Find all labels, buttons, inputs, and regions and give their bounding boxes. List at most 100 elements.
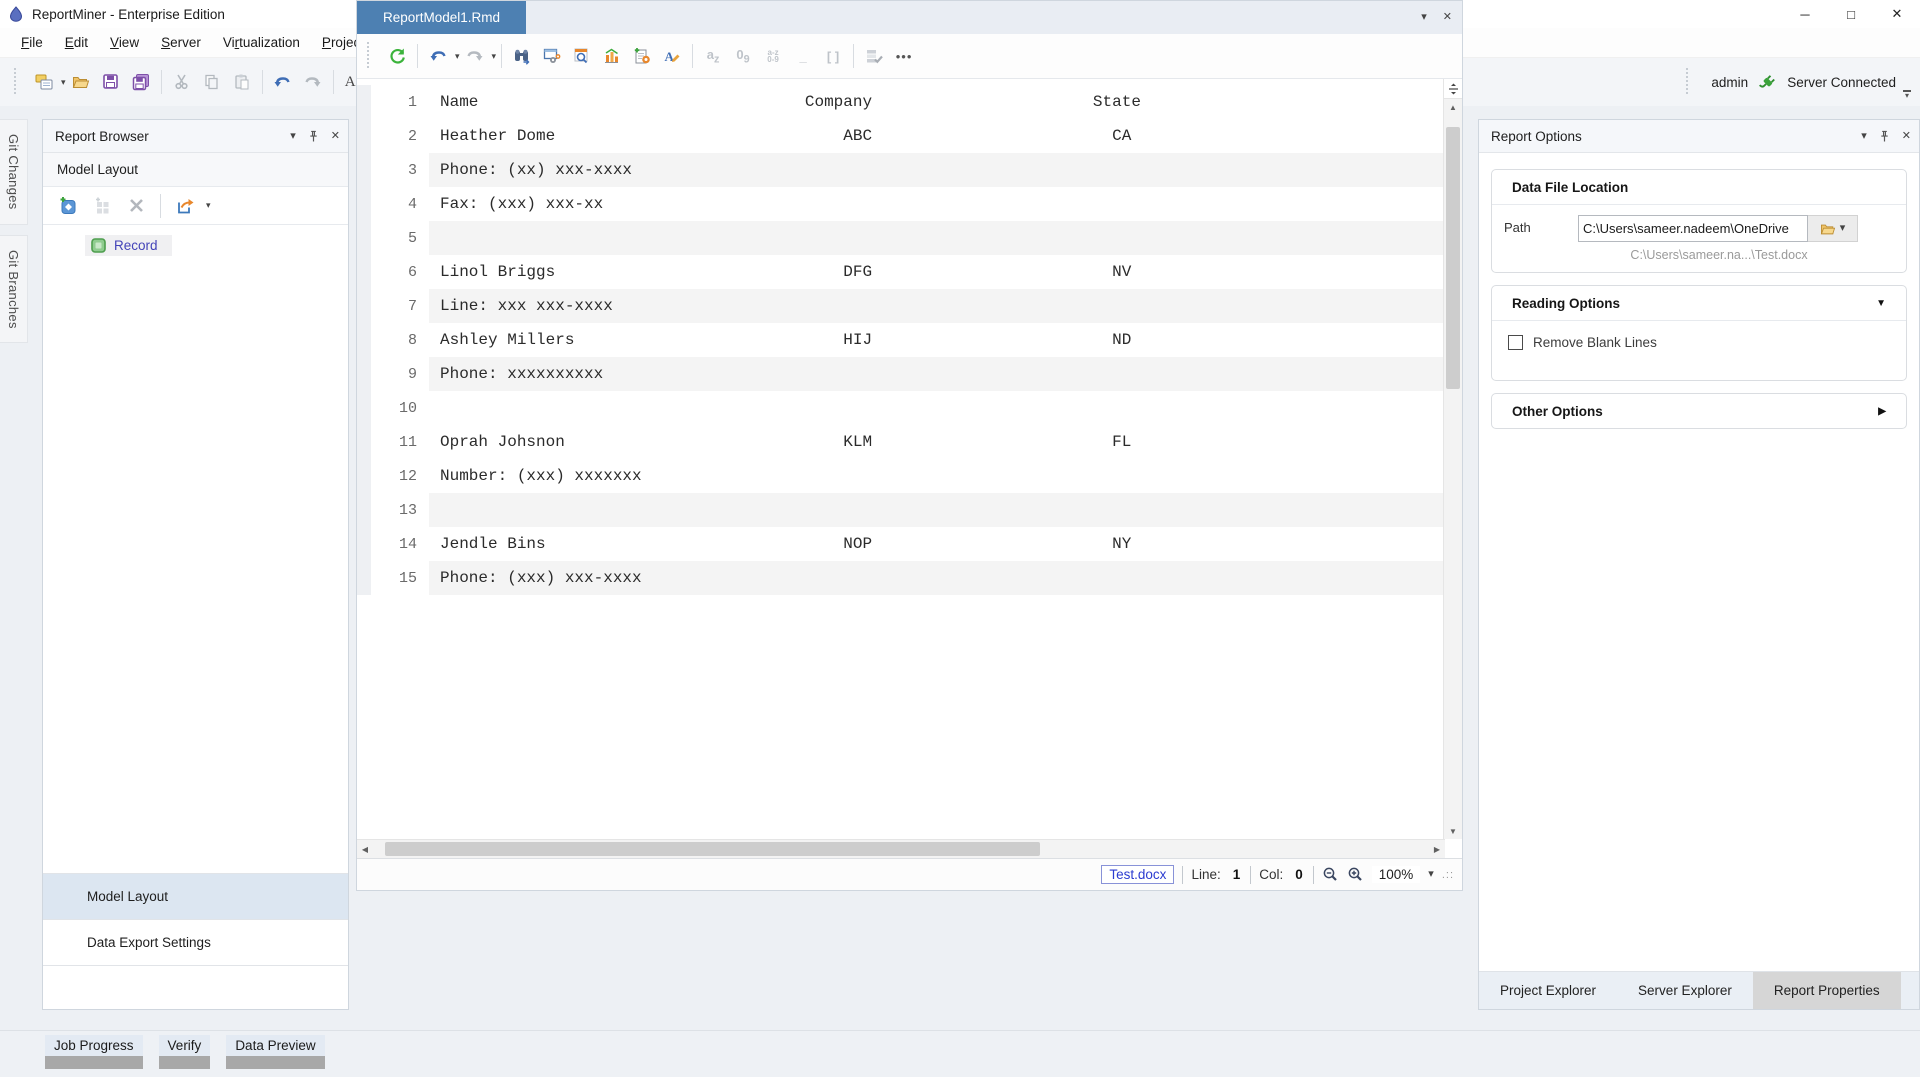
editor-line[interactable]: 7 Line: xxx xxx-xxxx xyxy=(357,289,1443,323)
horizontal-scrollbar[interactable]: ◀ ▶ xyxy=(357,839,1445,858)
menu-item[interactable]: Edit xyxy=(54,31,99,54)
undo-button[interactable] xyxy=(268,67,298,97)
toolbar-grip[interactable] xyxy=(367,42,372,70)
scroll-right-arrow[interactable]: ▶ xyxy=(1429,845,1445,854)
editor-line[interactable]: 6 Linol Briggs DFG NV xyxy=(357,255,1443,289)
tree-item-record[interactable]: Record xyxy=(85,235,172,256)
editor-line[interactable]: 4 Fax: (xxx) xxx-xx xyxy=(357,187,1443,221)
document-tab[interactable]: ReportModel1.Rmd xyxy=(357,1,526,34)
selection-margin[interactable] xyxy=(357,255,371,289)
selection-margin[interactable] xyxy=(357,561,371,595)
tab-list-caret-icon[interactable]: ▾ xyxy=(1421,12,1427,23)
editor-text-area[interactable]: 1 Name Company State 2 Heather Dome ABC xyxy=(357,79,1443,839)
vertical-scroll-thumb[interactable] xyxy=(1446,127,1460,389)
left-panel-nav-button[interactable]: Data Export Settings xyxy=(43,919,348,965)
editor-line[interactable]: 12 Number: (xxx) xxxxxxx xyxy=(357,459,1443,493)
mark-alpha-button[interactable]: az xyxy=(698,41,728,71)
editor-line[interactable]: 10 xyxy=(357,391,1443,425)
collapse-section-icon[interactable]: ▼ xyxy=(1876,298,1886,309)
selection-margin[interactable] xyxy=(357,323,371,357)
path-input[interactable]: C:\Users\sameer.nadeem\OneDrive xyxy=(1578,215,1808,242)
editor-line[interactable]: 13 xyxy=(357,493,1443,527)
delete-node-button[interactable] xyxy=(121,191,151,221)
export-dropdown-caret[interactable]: ▾ xyxy=(206,200,211,211)
scroll-down-arrow[interactable]: ▼ xyxy=(1444,823,1462,839)
mark-brackets-button[interactable]: [ ] xyxy=(818,41,848,71)
right-panel-tab[interactable]: Server Explorer xyxy=(1617,972,1753,1009)
validate-data-button[interactable] xyxy=(859,41,889,71)
edit-font-button[interactable]: A xyxy=(657,41,687,71)
open-button[interactable] xyxy=(66,67,96,97)
selection-margin[interactable] xyxy=(357,289,371,323)
editor-line[interactable]: 8 Ashley Millers HIJ ND xyxy=(357,323,1443,357)
bottom-tab[interactable]: Job Progress xyxy=(45,1035,143,1069)
right-panel-tab[interactable]: Report Properties xyxy=(1753,972,1901,1009)
selection-margin[interactable] xyxy=(357,527,371,561)
cut-button[interactable] xyxy=(167,67,197,97)
editor-find-button[interactable] xyxy=(507,41,537,71)
selection-margin[interactable] xyxy=(357,85,371,119)
auto-create-fields-button[interactable] xyxy=(537,41,567,71)
pin-icon[interactable] xyxy=(308,130,319,143)
split-editor-handle[interactable] xyxy=(1444,79,1462,99)
bottom-tab[interactable]: Verify xyxy=(159,1035,211,1069)
selection-margin[interactable] xyxy=(357,493,371,527)
expand-section-icon[interactable]: ▶ xyxy=(1878,406,1886,417)
zoom-dropdown-caret[interactable]: ▾ xyxy=(1428,869,1434,880)
editor-line[interactable]: 9 Phone: xxxxxxxxxx xyxy=(357,357,1443,391)
undo-dropdown-caret[interactable]: ▾ xyxy=(455,51,460,62)
selection-margin[interactable] xyxy=(357,391,371,425)
selection-margin[interactable] xyxy=(357,187,371,221)
menu-item[interactable]: Virtualization xyxy=(212,31,311,54)
menu-item[interactable]: File xyxy=(10,31,54,54)
reading-options-header[interactable]: Reading Options ▼ xyxy=(1492,286,1906,320)
export-model-button[interactable] xyxy=(170,191,200,221)
editor-line[interactable]: 3 Phone: (xx) xxx-xxxx xyxy=(357,153,1443,187)
bottom-tab[interactable]: Data Preview xyxy=(226,1035,324,1069)
editor-redo-button[interactable] xyxy=(460,41,490,71)
pin-icon[interactable] xyxy=(1879,130,1890,143)
redo-dropdown-caret[interactable]: ▾ xyxy=(492,51,497,62)
other-options-header[interactable]: Other Options ▶ xyxy=(1492,394,1906,428)
redo-button[interactable] xyxy=(298,67,328,97)
tab-close-icon[interactable]: ✕ xyxy=(1443,12,1452,23)
auto-parse-button[interactable] xyxy=(627,41,657,71)
scroll-up-arrow[interactable]: ▲ xyxy=(1444,99,1462,115)
toolbar-grip[interactable] xyxy=(1686,68,1691,96)
selection-margin[interactable] xyxy=(357,357,371,391)
close-button[interactable]: ✕ xyxy=(1874,0,1920,28)
vertical-scrollbar[interactable]: ▲ ▼ xyxy=(1443,79,1462,839)
zoom-in-button[interactable] xyxy=(1347,866,1364,883)
pattern-search-button[interactable] xyxy=(567,41,597,71)
copy-button[interactable] xyxy=(197,67,227,97)
editor-undo-button[interactable] xyxy=(423,41,453,71)
selection-margin[interactable] xyxy=(357,119,371,153)
panel-close-icon[interactable]: ✕ xyxy=(1902,131,1911,142)
editor-line[interactable]: 2 Heather Dome ABC CA xyxy=(357,119,1443,153)
selection-margin[interactable] xyxy=(357,153,371,187)
editor-line[interactable]: 11 Oprah Johsnon KLM FL xyxy=(357,425,1443,459)
minimize-button[interactable]: ─ xyxy=(1782,0,1828,28)
paste-button[interactable] xyxy=(227,67,257,97)
selection-margin[interactable] xyxy=(357,459,371,493)
left-panel-nav-button[interactable]: Model Layout xyxy=(43,873,348,919)
editor-line[interactable]: 5 xyxy=(357,221,1443,255)
right-panel-tab[interactable]: Project Explorer xyxy=(1479,972,1617,1009)
more-commands-button[interactable]: ••• xyxy=(889,41,919,71)
horizontal-scroll-thumb[interactable] xyxy=(385,842,1040,856)
panel-close-icon[interactable]: ✕ xyxy=(331,131,340,142)
selection-margin[interactable] xyxy=(357,221,371,255)
add-collection-button[interactable] xyxy=(87,191,117,221)
source-file-link[interactable]: Test.docx xyxy=(1101,865,1174,884)
mark-numeric-button[interactable]: 09 xyxy=(728,41,758,71)
maximize-button[interactable]: □ xyxy=(1828,0,1874,28)
save-button[interactable] xyxy=(96,67,126,97)
new-report-button[interactable] xyxy=(29,67,59,97)
vertical-scroll-track[interactable] xyxy=(1444,115,1462,823)
right-toolbar-overflow-button[interactable]: ▾ xyxy=(1900,90,1914,103)
mark-blank-button[interactable]: _ xyxy=(788,41,818,71)
resize-grip[interactable]: .:: xyxy=(1442,869,1454,881)
horizontal-scroll-track[interactable] xyxy=(373,840,1429,858)
menu-item[interactable]: Server xyxy=(150,31,212,54)
zoom-level-select[interactable]: 100% xyxy=(1372,866,1421,883)
